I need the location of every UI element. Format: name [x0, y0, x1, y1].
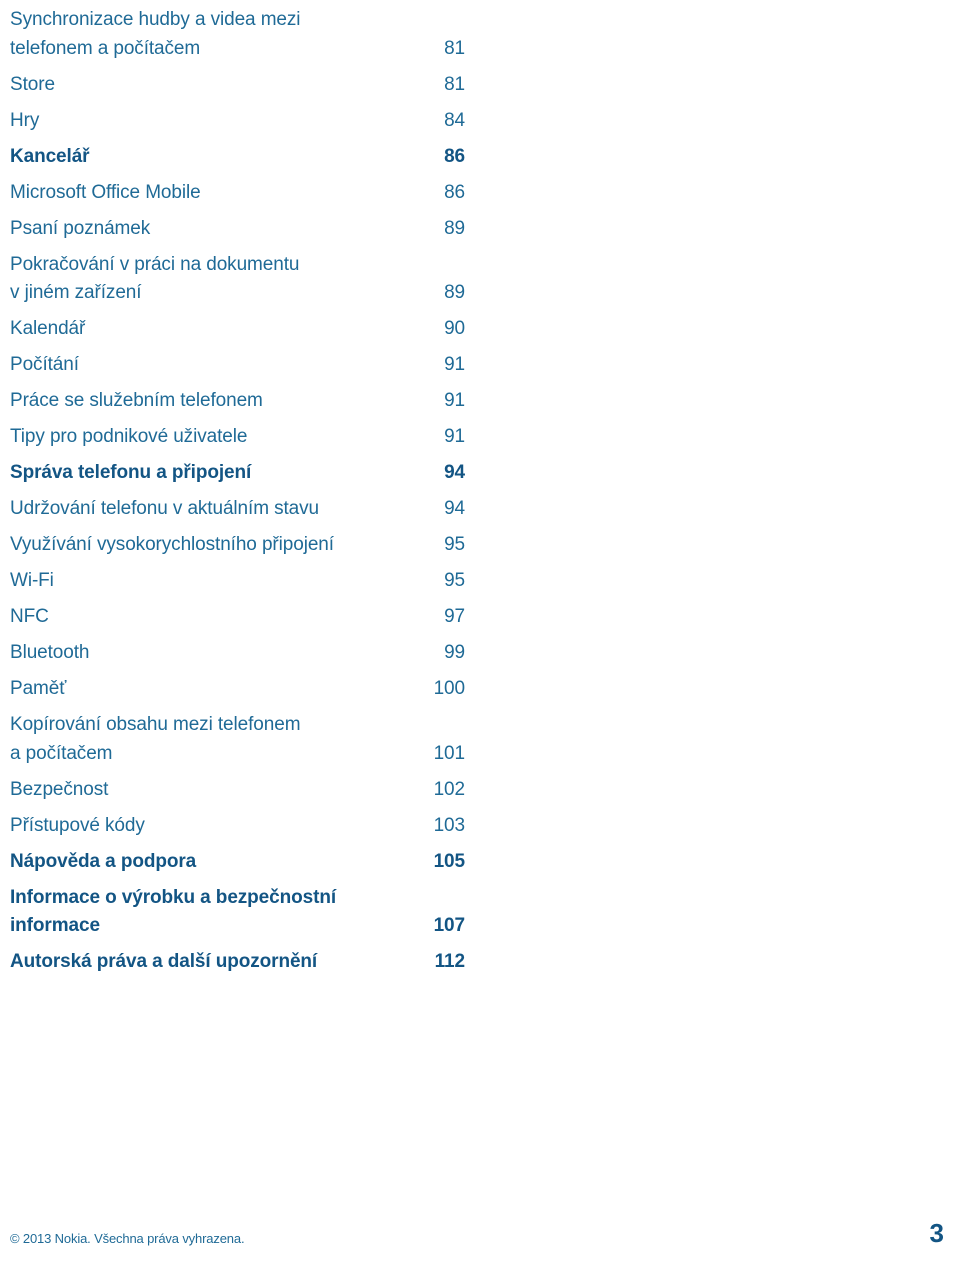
toc-entry-title: Paměť	[10, 678, 67, 699]
toc-entry-title: Informace o výrobku a bezpečnostní infor…	[10, 886, 337, 937]
toc-entry-page: 81	[444, 37, 465, 59]
toc-entry-page: 107	[433, 915, 466, 936]
toc-row[interactable]: Bezpečnost 102	[10, 776, 465, 805]
toc-row[interactable]: Kalendář 90	[10, 315, 465, 344]
toc-entry-page: 95	[444, 534, 465, 555]
toc-row[interactable]: Hry 84	[10, 107, 465, 136]
toc-entry-page: 102	[433, 778, 466, 800]
toc-entry-page: 81	[444, 73, 465, 95]
toc-row[interactable]: Autorská práva a další upozornění 112	[10, 948, 465, 977]
toc-entry-title: Microsoft Office Mobile	[10, 181, 201, 203]
toc-entry-title: Využívání vysokorychlostního připojení	[10, 534, 334, 555]
toc-entry-page: 99	[444, 642, 465, 663]
toc-entry-title: Wi-Fi	[10, 570, 54, 591]
toc-entry-title: Tipy pro podnikové uživatele	[10, 426, 248, 447]
toc-row[interactable]: NFC 97	[10, 603, 465, 632]
toc-row[interactable]: Přístupové kódy 103	[10, 812, 465, 841]
toc-entry-title: Autorská práva a další upozornění	[10, 951, 318, 972]
toc-row[interactable]: Využívání vysokorychlostního připojení 95	[10, 531, 465, 560]
toc-entry-title: Store	[10, 73, 55, 95]
toc-entry-title: Správa telefonu a připojení	[10, 462, 252, 483]
toc-entry-title: Synchronizace hudby a videa mezi telefon…	[10, 9, 301, 59]
toc-entry-page: 86	[444, 145, 465, 167]
toc-entry-title: Psaní poznámek	[10, 217, 151, 239]
toc-row[interactable]: Práce se služebním telefonem 91	[10, 387, 465, 416]
toc-row[interactable]: Microsoft Office Mobile 86	[10, 179, 465, 208]
toc-row[interactable]: Informace o výrobku a bezpečnostní infor…	[10, 884, 465, 941]
document-page: Synchronizace hudby a videa mezi telefon…	[0, 0, 960, 1264]
toc-row[interactable]: Počítání 91	[10, 351, 465, 380]
toc-entry-title: NFC	[10, 606, 49, 627]
toc-entry-title: Pokračování v práci na dokumentu v jiném…	[10, 253, 300, 304]
toc-entry-page: 89	[444, 282, 465, 303]
toc-entry-page: 86	[444, 181, 465, 203]
toc-row[interactable]: Paměť 100	[10, 675, 465, 704]
toc-entry-title: Kancelář	[10, 145, 90, 167]
toc-entry-page: 90	[444, 318, 465, 339]
toc-entry-page: 89	[444, 217, 465, 239]
toc-entry-page: 112	[434, 951, 465, 972]
toc-entry-page: 103	[433, 814, 466, 836]
toc-entry-title: Přístupové kódy	[10, 814, 145, 836]
toc-entry-title: Kalendář	[10, 318, 86, 339]
page-footer: © 2013 Nokia. Všechna práva vyhrazena. 3	[10, 1220, 950, 1246]
toc-row[interactable]: Pokračování v práci na dokumentu v jiném…	[10, 251, 465, 308]
toc-entry-page: 84	[444, 109, 465, 131]
toc-row[interactable]: Nápověda a podpora 105	[10, 848, 465, 877]
toc-row[interactable]: Kopírování obsahu mezi telefonem a počít…	[10, 711, 465, 768]
toc-row[interactable]: Bluetooth 99	[10, 639, 465, 668]
toc-row[interactable]: Udržování telefonu v aktuálním stavu 94	[10, 495, 465, 524]
toc-entry-page: 100	[433, 678, 466, 699]
toc-row[interactable]: Tipy pro podnikové uživatele 91	[10, 423, 465, 452]
toc-entry-title: Kopírování obsahu mezi telefonem a počít…	[10, 714, 301, 764]
toc-entry-page: 105	[433, 850, 466, 872]
toc-entry-page: 97	[444, 606, 465, 627]
toc-entry-page: 94	[444, 462, 465, 483]
toc-entry-title: Bezpečnost	[10, 778, 109, 800]
toc-row[interactable]: Kancelář 86	[10, 143, 465, 172]
toc-entry-title: Bluetooth	[10, 642, 90, 663]
toc-entry-title: Počítání	[10, 354, 79, 375]
toc-entry-title: Udržování telefonu v aktuálním stavu	[10, 498, 320, 519]
toc-row[interactable]: Správa telefonu a připojení 94	[10, 459, 465, 488]
toc-row[interactable]: Psaní poznámek 89	[10, 215, 465, 244]
toc-entry-page: 95	[444, 570, 465, 591]
copyright-notice: © 2013 Nokia. Všechna práva vyhrazena.	[10, 1231, 245, 1246]
table-of-contents: Synchronizace hudby a videa mezi telefon…	[10, 6, 465, 984]
toc-entry-page: 91	[444, 390, 465, 411]
toc-entry-title: Nápověda a podpora	[10, 850, 197, 872]
toc-entry-page: 94	[444, 498, 465, 519]
toc-entry-page: 91	[444, 354, 465, 375]
page-number: 3	[929, 1218, 944, 1248]
toc-entry-page: 91	[444, 426, 465, 447]
toc-entry-page: 101	[433, 742, 466, 764]
toc-entry-title: Práce se služebním telefonem	[10, 390, 263, 411]
toc-row[interactable]: Synchronizace hudby a videa mezi telefon…	[10, 6, 465, 63]
toc-row[interactable]: Wi-Fi 95	[10, 567, 465, 596]
toc-row[interactable]: Store 81	[10, 71, 465, 100]
toc-entry-title: Hry	[10, 109, 40, 131]
